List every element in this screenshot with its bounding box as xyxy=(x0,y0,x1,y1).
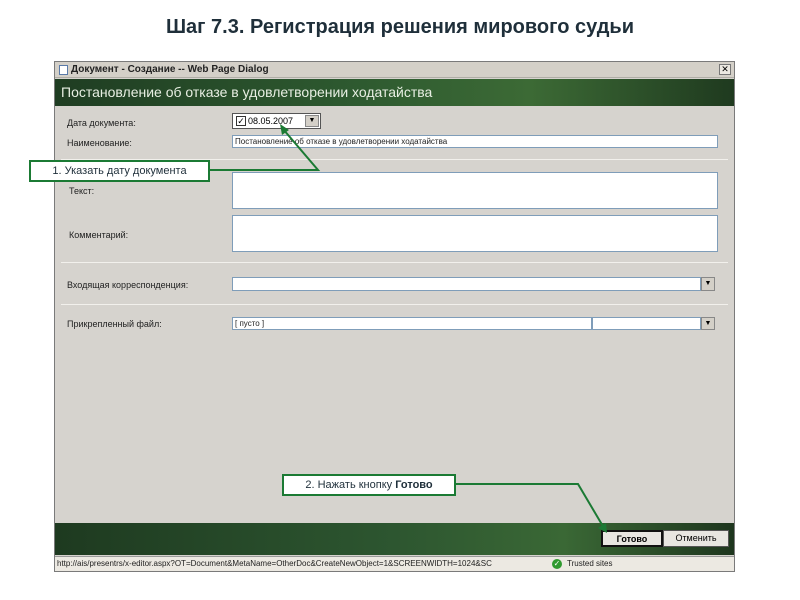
callout-step-1-text: 1. Указать дату документа xyxy=(52,165,187,177)
callout-step-2-bold: Готово xyxy=(395,479,433,491)
callout-step-2: 2. Нажать кнопку Готово xyxy=(282,474,456,496)
callout-step-1: 1. Указать дату документа xyxy=(29,160,210,182)
callout-1-line xyxy=(210,128,321,171)
callout-step-2-text: 2. Нажать кнопку xyxy=(305,479,396,491)
callout-2-line xyxy=(456,483,605,529)
callout-arrows xyxy=(210,124,607,533)
